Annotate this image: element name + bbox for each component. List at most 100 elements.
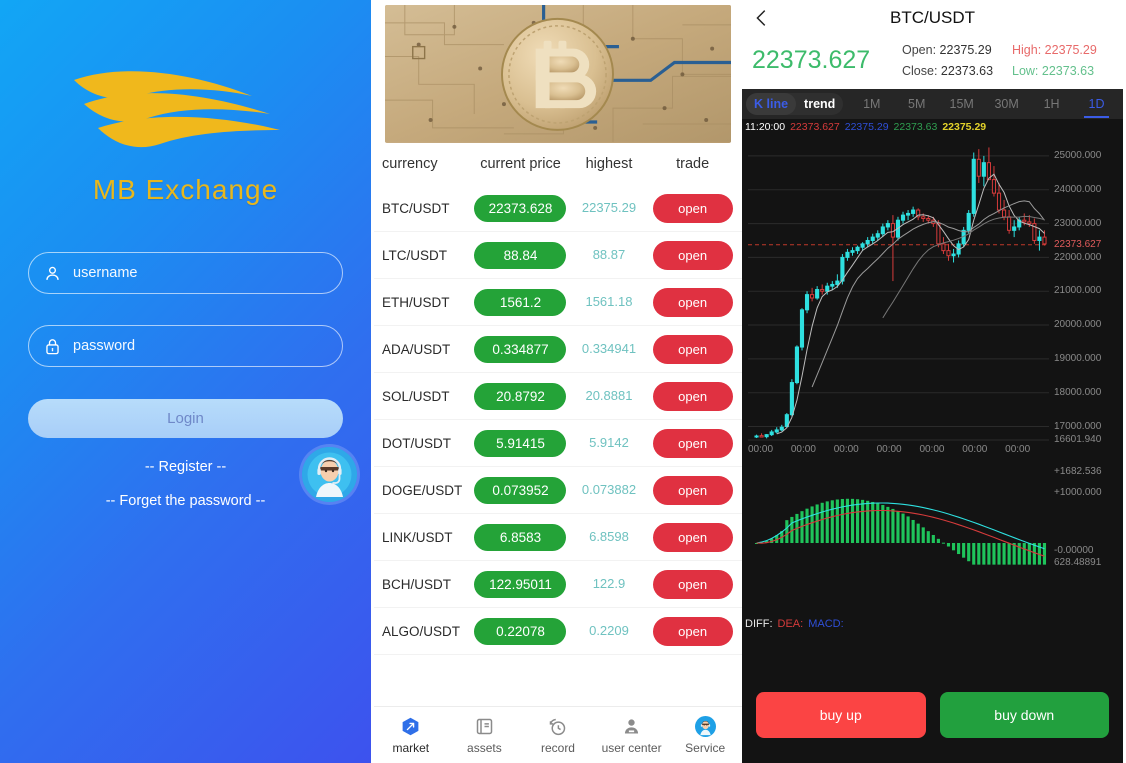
table-row[interactable]: ADA/USDT 0.334877 0.334941 open (374, 326, 742, 373)
bottom-tab-bar: market assets record user center Service (374, 706, 742, 763)
cell-highest: 6.8598 (589, 529, 629, 544)
table-row[interactable]: DOGE/USDT 0.073952 0.073882 open (374, 467, 742, 514)
time-axis: 00:00 00:00 00:00 00:00 00:00 00:00 00:00 (748, 444, 1048, 455)
open-trade-button[interactable]: open (652, 428, 733, 458)
tab-user-center[interactable]: user center (595, 716, 669, 755)
timeframe-15M[interactable]: 15M (939, 97, 984, 111)
cell-pair: ADA/USDT (382, 341, 451, 357)
price-axis-tick: 20000.000 (1054, 319, 1102, 331)
tab-label: assets (467, 740, 502, 755)
time-axis-tick: 00:00 (748, 444, 774, 456)
cell-highest: 22375.29 (581, 200, 637, 215)
cell-price: 5.91415 (474, 429, 567, 457)
username-input[interactable] (73, 265, 313, 281)
open-trade-button[interactable]: open (652, 193, 733, 223)
macd-indicator-legend: DIFF: DEA: MACD: (745, 618, 844, 630)
mode-kline[interactable]: K line (746, 93, 797, 116)
table-row[interactable]: DOT/USDT 5.91415 5.9142 open (374, 420, 742, 467)
market-table-header: currency current price highest trade (374, 143, 742, 185)
cell-price: 22373.628 (474, 194, 567, 222)
open-trade-button[interactable]: open (652, 569, 733, 599)
timeframe-30M[interactable]: 30M (984, 97, 1029, 111)
chart-panel: BTC/USDT 22373.627 Open: 22375.29 High: … (742, 0, 1123, 763)
cell-highest: 20.8881 (585, 388, 633, 403)
price-axis-tick: 25000.000 (1054, 150, 1102, 162)
login-button[interactable]: Login (28, 399, 343, 438)
chevron-left-icon[interactable] (751, 6, 773, 30)
password-input[interactable] (73, 338, 313, 354)
timeframe-1D[interactable]: 1D (1074, 97, 1119, 119)
trade-buttons: buy up buy down (742, 692, 1123, 738)
buy-down-button[interactable]: buy down (939, 692, 1109, 738)
time-axis-tick: 00:00 (919, 444, 945, 456)
table-row[interactable]: ALGO/USDT 0.22078 0.2209 open (374, 608, 742, 655)
open-trade-button[interactable]: open (652, 287, 733, 317)
chart-canvas[interactable]: 25000.000 24000.000 23000.000 22373.627 2200… (742, 135, 1123, 763)
high-value: 22375.29 (1044, 43, 1097, 57)
open-trade-button[interactable]: open (652, 522, 733, 552)
table-row[interactable]: LINK/USDT 6.8583 6.8598 open (374, 514, 742, 561)
chart-mode-toggle[interactable]: K line trend (746, 93, 844, 116)
chart-titlebar: BTC/USDT (742, 0, 1123, 36)
user-icon (625, 718, 639, 733)
user-icon (46, 266, 59, 280)
cell-price: 122.95011 (474, 570, 567, 598)
table-row[interactable]: ETH/USDT 1561.2 1561.18 open (374, 279, 742, 326)
crosshair-low: 22373.63 (893, 121, 938, 134)
tab-Service[interactable]: Service (668, 715, 742, 755)
open-value: 22375.29 (939, 43, 992, 57)
mode-trend[interactable]: trend (796, 93, 843, 115)
open-trade-button[interactable]: open (652, 616, 733, 646)
open-trade-button[interactable]: open (652, 475, 733, 505)
cell-price: 6.8583 (474, 523, 567, 551)
price-axis-tick: 19000.000 (1054, 353, 1102, 365)
table-row[interactable]: BCH/USDT 122.95011 122.9 open (374, 561, 742, 608)
tab-assets[interactable]: assets (448, 716, 522, 755)
time-axis-tick: 00:00 (876, 444, 902, 456)
timeframe-1M[interactable]: 1M (849, 97, 894, 111)
headset-avatar-icon (302, 447, 357, 502)
col-current-price: current price (480, 156, 561, 172)
ohlc-summary: 22373.627 Open: 22375.29 High: 22375.29 … (742, 36, 1123, 90)
cell-highest: 88.87 (592, 247, 626, 262)
price-axis-tick: 22000.000 (1054, 251, 1102, 263)
password-field[interactable] (28, 325, 343, 367)
crosshair-legend: 11:20:00 22373.627 22375.29 22373.63 223… (742, 119, 1123, 136)
open-trade-button[interactable]: open (652, 334, 733, 364)
col-trade: trade (676, 156, 710, 172)
high-label: High: (1012, 43, 1042, 57)
app-root: MB Exchange Login -- Register -- -- Forg… (0, 0, 1126, 763)
cell-price: 0.22078 (474, 617, 567, 645)
customer-service-button[interactable] (302, 447, 357, 502)
cell-pair: BTC/USDT (382, 200, 450, 216)
buy-up-button[interactable]: buy up (756, 692, 926, 738)
cell-price: 88.84 (474, 241, 567, 269)
price-axis-tick: 18000.000 (1054, 386, 1102, 398)
tab-label: record (540, 740, 575, 755)
cell-pair: BCH/USDT (382, 576, 452, 592)
table-row[interactable]: LTC/USDT 88.84 88.87 open (374, 232, 742, 279)
time-axis-tick: 00:00 (962, 444, 988, 456)
timeframe-list: 1M 5M 15M 30M 1H 1D (849, 97, 1119, 119)
candlestick-chart[interactable] (742, 135, 1123, 615)
tab-market[interactable]: market (374, 716, 448, 755)
cell-pair: ETH/USDT (382, 294, 450, 310)
crosshair-close: 22375.29 (942, 121, 987, 134)
timeframe-bar: K line trend 1M 5M 15M 30M 1H 1D (742, 89, 1123, 120)
cell-pair: DOGE/USDT (382, 482, 463, 498)
col-currency: currency (382, 156, 438, 172)
crosshair-high: 22375.29 (844, 121, 889, 134)
tab-record[interactable]: record (521, 716, 595, 755)
timeframe-1H[interactable]: 1H (1029, 97, 1074, 111)
table-row[interactable]: BTC/USDT 22373.628 22375.29 open (374, 185, 742, 232)
cell-highest: 0.073882 (581, 482, 637, 497)
cell-highest: 1561.18 (585, 294, 633, 309)
cell-pair: LINK/USDT (382, 529, 453, 545)
open-trade-button[interactable]: open (652, 381, 733, 411)
timeframe-5M[interactable]: 5M (894, 97, 939, 111)
table-row[interactable]: SOL/USDT 20.8792 20.8881 open (374, 373, 742, 420)
username-field[interactable] (28, 252, 343, 294)
headset-avatar-icon (694, 715, 716, 737)
macd-axis-tick: -0.00000 (1054, 545, 1094, 557)
open-trade-button[interactable]: open (652, 240, 733, 270)
